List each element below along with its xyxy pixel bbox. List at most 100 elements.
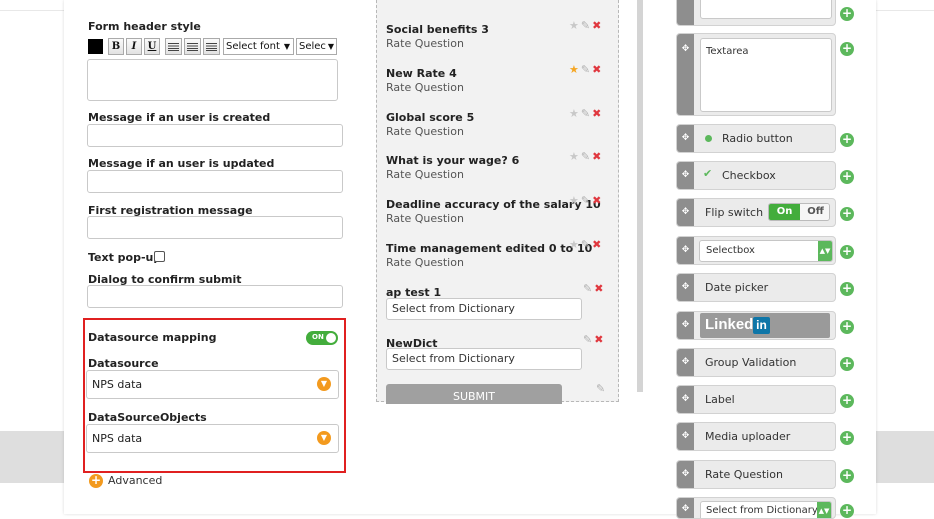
datasource-objects-select[interactable]: NPS data: [86, 424, 339, 453]
message-user-updated-input[interactable]: [87, 170, 343, 193]
question-type: Rate Question: [386, 81, 464, 94]
message-user-created-input[interactable]: [87, 124, 343, 147]
close-icon[interactable]: ✖: [594, 333, 605, 346]
dictionary-select[interactable]: Select from Dictionary: [386, 348, 582, 370]
align-right-button[interactable]: [203, 38, 220, 55]
dictionary-select[interactable]: Select from Dictionary: [386, 298, 582, 320]
plus-icon[interactable]: +: [840, 133, 854, 147]
datasource-objects-select-value: NPS data: [92, 432, 143, 445]
star-icon[interactable]: ★: [569, 107, 581, 120]
flip-on: On: [769, 204, 800, 220]
plus-icon[interactable]: +: [840, 394, 854, 408]
align-right-icon: [206, 42, 217, 51]
star-icon[interactable]: ★: [569, 63, 581, 76]
move-icon[interactable]: ✥: [677, 237, 694, 264]
palette-item-rate-question[interactable]: ✥ Rate Question: [676, 460, 836, 489]
pencil-icon[interactable]: ✎: [583, 282, 594, 295]
plus-icon[interactable]: +: [840, 504, 854, 518]
plus-icon[interactable]: +: [840, 357, 854, 371]
question-type: Rate Question: [386, 212, 464, 225]
plus-icon[interactable]: +: [840, 282, 854, 296]
bold-button[interactable]: B: [108, 38, 124, 55]
add-advanced-icon[interactable]: +: [89, 474, 103, 488]
move-icon[interactable]: ✥: [677, 423, 694, 450]
palette-item-checkbox[interactable]: ✥ Checkbox: [676, 161, 836, 190]
plus-icon[interactable]: +: [840, 320, 854, 334]
close-icon[interactable]: ✖: [592, 238, 603, 251]
palette-item-textarea[interactable]: ✥ Textarea: [676, 33, 836, 116]
palette-item-label: Radio button: [722, 132, 793, 145]
palette-item-media-uploader[interactable]: ✥ Media uploader: [676, 422, 836, 451]
move-icon[interactable]: ✥: [677, 461, 694, 488]
question-title: Social benefits 3: [386, 23, 489, 36]
underline-button[interactable]: U: [144, 38, 160, 55]
palette-item-dictionary[interactable]: ✥ Select from Dictionary ▲▼: [676, 497, 836, 519]
palette-item-label-field[interactable]: ✥ Label: [676, 385, 836, 414]
pencil-icon[interactable]: ✎: [583, 333, 594, 346]
pencil-icon[interactable]: ✎: [596, 382, 607, 395]
move-icon[interactable]: ✥: [677, 312, 694, 339]
form-header-editor[interactable]: [87, 59, 338, 101]
close-icon[interactable]: ✖: [592, 150, 603, 163]
palette-item-radio[interactable]: ✥ Radio button: [676, 124, 836, 153]
question-actions: ✎✖: [583, 333, 605, 346]
datasource-select[interactable]: NPS data: [86, 370, 339, 399]
italic-button[interactable]: I: [126, 38, 142, 55]
move-icon[interactable]: ✥: [677, 125, 694, 152]
palette-item-group-validation[interactable]: ✥ Group Validation: [676, 348, 836, 377]
plus-icon[interactable]: +: [840, 431, 854, 445]
pencil-icon[interactable]: ✎: [581, 19, 592, 32]
plus-icon[interactable]: +: [840, 207, 854, 221]
move-icon[interactable]: ✥: [677, 349, 694, 376]
move-icon[interactable]: ✥: [677, 498, 694, 518]
font-color-swatch[interactable]: [88, 39, 103, 54]
close-icon[interactable]: ✖: [592, 63, 603, 76]
plus-icon[interactable]: +: [840, 469, 854, 483]
close-icon[interactable]: ✖: [592, 19, 603, 32]
move-icon[interactable]: ✥: [677, 34, 694, 115]
close-icon[interactable]: ✖: [594, 282, 605, 295]
pencil-icon[interactable]: ✎: [581, 107, 592, 120]
star-icon[interactable]: ★: [569, 150, 581, 163]
pencil-icon[interactable]: ✎: [581, 150, 592, 163]
submit-button[interactable]: SUBMIT: [386, 384, 562, 404]
align-left-icon: [168, 42, 179, 51]
linkedin-wordmark: Linked: [705, 316, 754, 333]
first-registration-input[interactable]: [87, 216, 343, 239]
dictionary-select-value: Select from Dictionary: [392, 302, 515, 315]
close-icon[interactable]: ✖: [592, 194, 603, 207]
advanced-link[interactable]: Advanced: [108, 474, 162, 487]
star-icon[interactable]: ★: [569, 194, 581, 207]
selectbox-preview: Selectbox ▲▼: [699, 240, 833, 262]
move-icon[interactable]: ✥: [677, 199, 694, 226]
star-icon[interactable]: ★: [569, 19, 581, 32]
pencil-icon[interactable]: ✎: [581, 63, 592, 76]
flip-switch-preview: On Off: [768, 203, 830, 221]
move-icon[interactable]: ✥: [677, 162, 694, 189]
close-icon[interactable]: ✖: [592, 107, 603, 120]
plus-icon[interactable]: +: [840, 7, 854, 21]
text-popup-checkbox[interactable]: [154, 251, 165, 262]
palette-item-date-picker[interactable]: ✥ Date picker: [676, 273, 836, 302]
message-user-created-label: Message if an user is created: [88, 111, 271, 124]
move-icon[interactable]: ✥: [677, 274, 694, 301]
plus-icon[interactable]: +: [840, 245, 854, 259]
palette-item-label: Flip switch: [705, 206, 764, 219]
move-icon[interactable]: ✥: [677, 386, 694, 413]
plus-icon[interactable]: +: [840, 170, 854, 184]
question-actions: ★✎✖: [569, 238, 603, 251]
star-icon[interactable]: ★: [569, 238, 581, 251]
dialog-confirm-input[interactable]: [87, 285, 343, 308]
pencil-icon[interactable]: ✎: [581, 238, 592, 251]
pencil-icon[interactable]: ✎: [581, 194, 592, 207]
palette-item-partial[interactable]: [676, 0, 836, 26]
font-size-select[interactable]: Selec ▼: [296, 38, 337, 55]
font-select[interactable]: Select font ▼: [223, 38, 294, 55]
checkmark-icon: ✔: [703, 167, 713, 180]
move-icon[interactable]: [677, 0, 694, 25]
datasource-mapping-toggle[interactable]: ON: [306, 331, 338, 345]
align-center-button[interactable]: [184, 38, 201, 55]
linkedin-badge: in: [753, 317, 770, 334]
plus-icon[interactable]: +: [840, 42, 854, 56]
align-left-button[interactable]: [165, 38, 182, 55]
